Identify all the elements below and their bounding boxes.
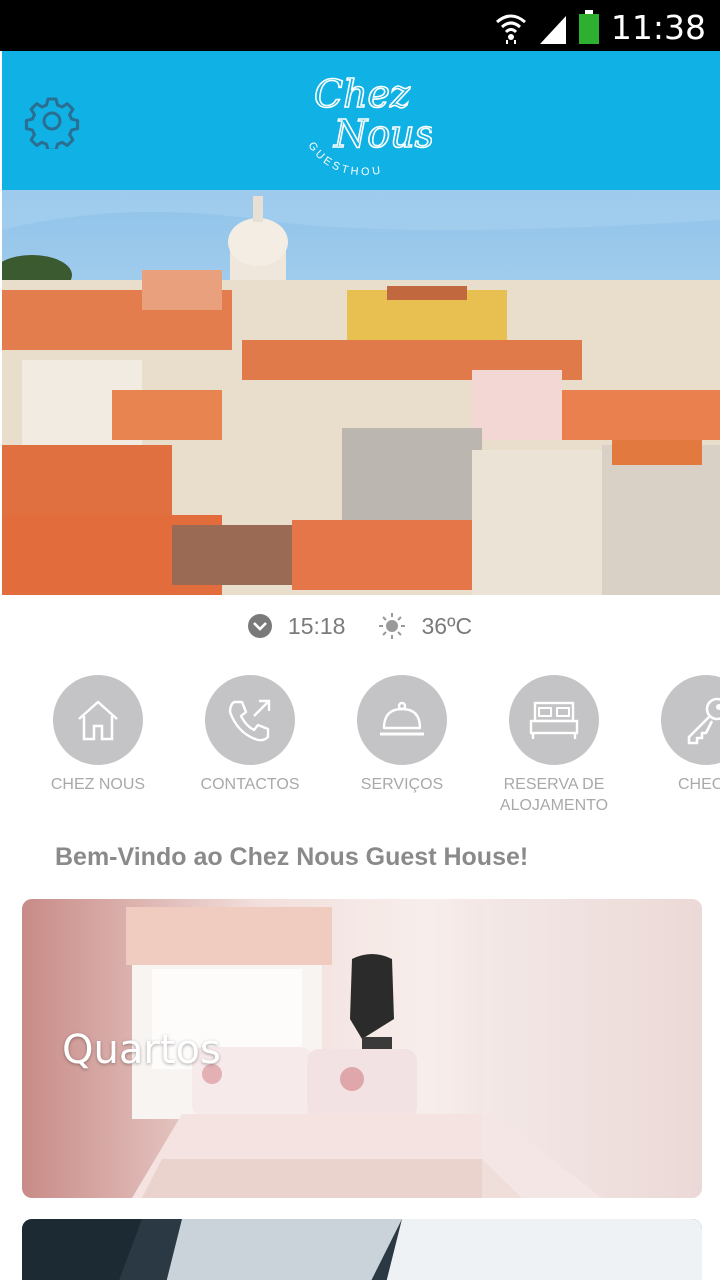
status-bar: 11:38 — [0, 0, 720, 51]
current-time: 15:18 — [287, 612, 346, 639]
logo-text-top: Chez — [314, 72, 411, 116]
weather-info: 36ºC — [379, 613, 472, 640]
signal-icon — [540, 16, 566, 44]
nav-item-servicos[interactable]: SERVIÇOS — [326, 675, 478, 795]
bed-icon — [529, 701, 579, 739]
nav-label: CONTACTOS — [200, 776, 300, 793]
phone-icon — [228, 699, 271, 742]
welcome-text: Bem-Vindo ao Chez Nous Guest House! — [55, 843, 529, 871]
service-bell-icon — [380, 701, 424, 736]
card-next-image — [22, 1219, 702, 1280]
hero-image — [2, 190, 720, 595]
logo-text-bottom: Nous — [333, 112, 432, 156]
quick-nav: CHEZ NOUS CONTACTOS SERVIÇOS RESERVA DE … — [0, 675, 720, 825]
nav-item-chez-nous[interactable]: CHEZ NOUS — [22, 675, 174, 795]
nav-circle — [509, 675, 599, 765]
nav-circle — [205, 675, 295, 765]
card-title: Quartos — [62, 1027, 221, 1073]
clock-icon — [247, 614, 272, 638]
status-time: 11:38 — [610, 8, 706, 47]
nav-label: CHECK — [677, 776, 720, 793]
card-quartos[interactable]: Quartos — [22, 899, 702, 1198]
nav-circle — [661, 675, 720, 765]
nav-label: CHEZ NOUS — [50, 776, 146, 793]
nav-circle — [53, 675, 143, 765]
chez-nous-logo: Chez Nous GUESTHOUSE — [287, 46, 435, 187]
home-icon — [78, 700, 118, 741]
settings-button[interactable] — [24, 93, 80, 152]
status-icons — [494, 10, 600, 44]
sun-icon — [379, 613, 406, 639]
nav-item-reserva[interactable]: RESERVA DE ALOJAMENTO — [478, 675, 630, 816]
time-info: 15:18 — [247, 612, 346, 640]
temperature: 36ºC — [421, 612, 473, 639]
key-icon — [687, 697, 720, 745]
nav-item-check[interactable]: CHECK — [630, 675, 720, 795]
battery-icon — [579, 10, 599, 44]
info-row: 15:18 36ºC — [0, 607, 720, 645]
gear-icon — [24, 97, 80, 152]
nav-label: RESERVA DE ALOJAMENTO — [499, 776, 609, 814]
card-next[interactable] — [22, 1219, 702, 1280]
wifi-icon — [496, 14, 526, 44]
app-header: Chez Nous GUESTHOUSE — [2, 46, 720, 190]
nav-circle — [357, 675, 447, 765]
nav-label: SERVIÇOS — [360, 776, 444, 793]
nav-item-contactos[interactable]: CONTACTOS — [174, 675, 326, 795]
